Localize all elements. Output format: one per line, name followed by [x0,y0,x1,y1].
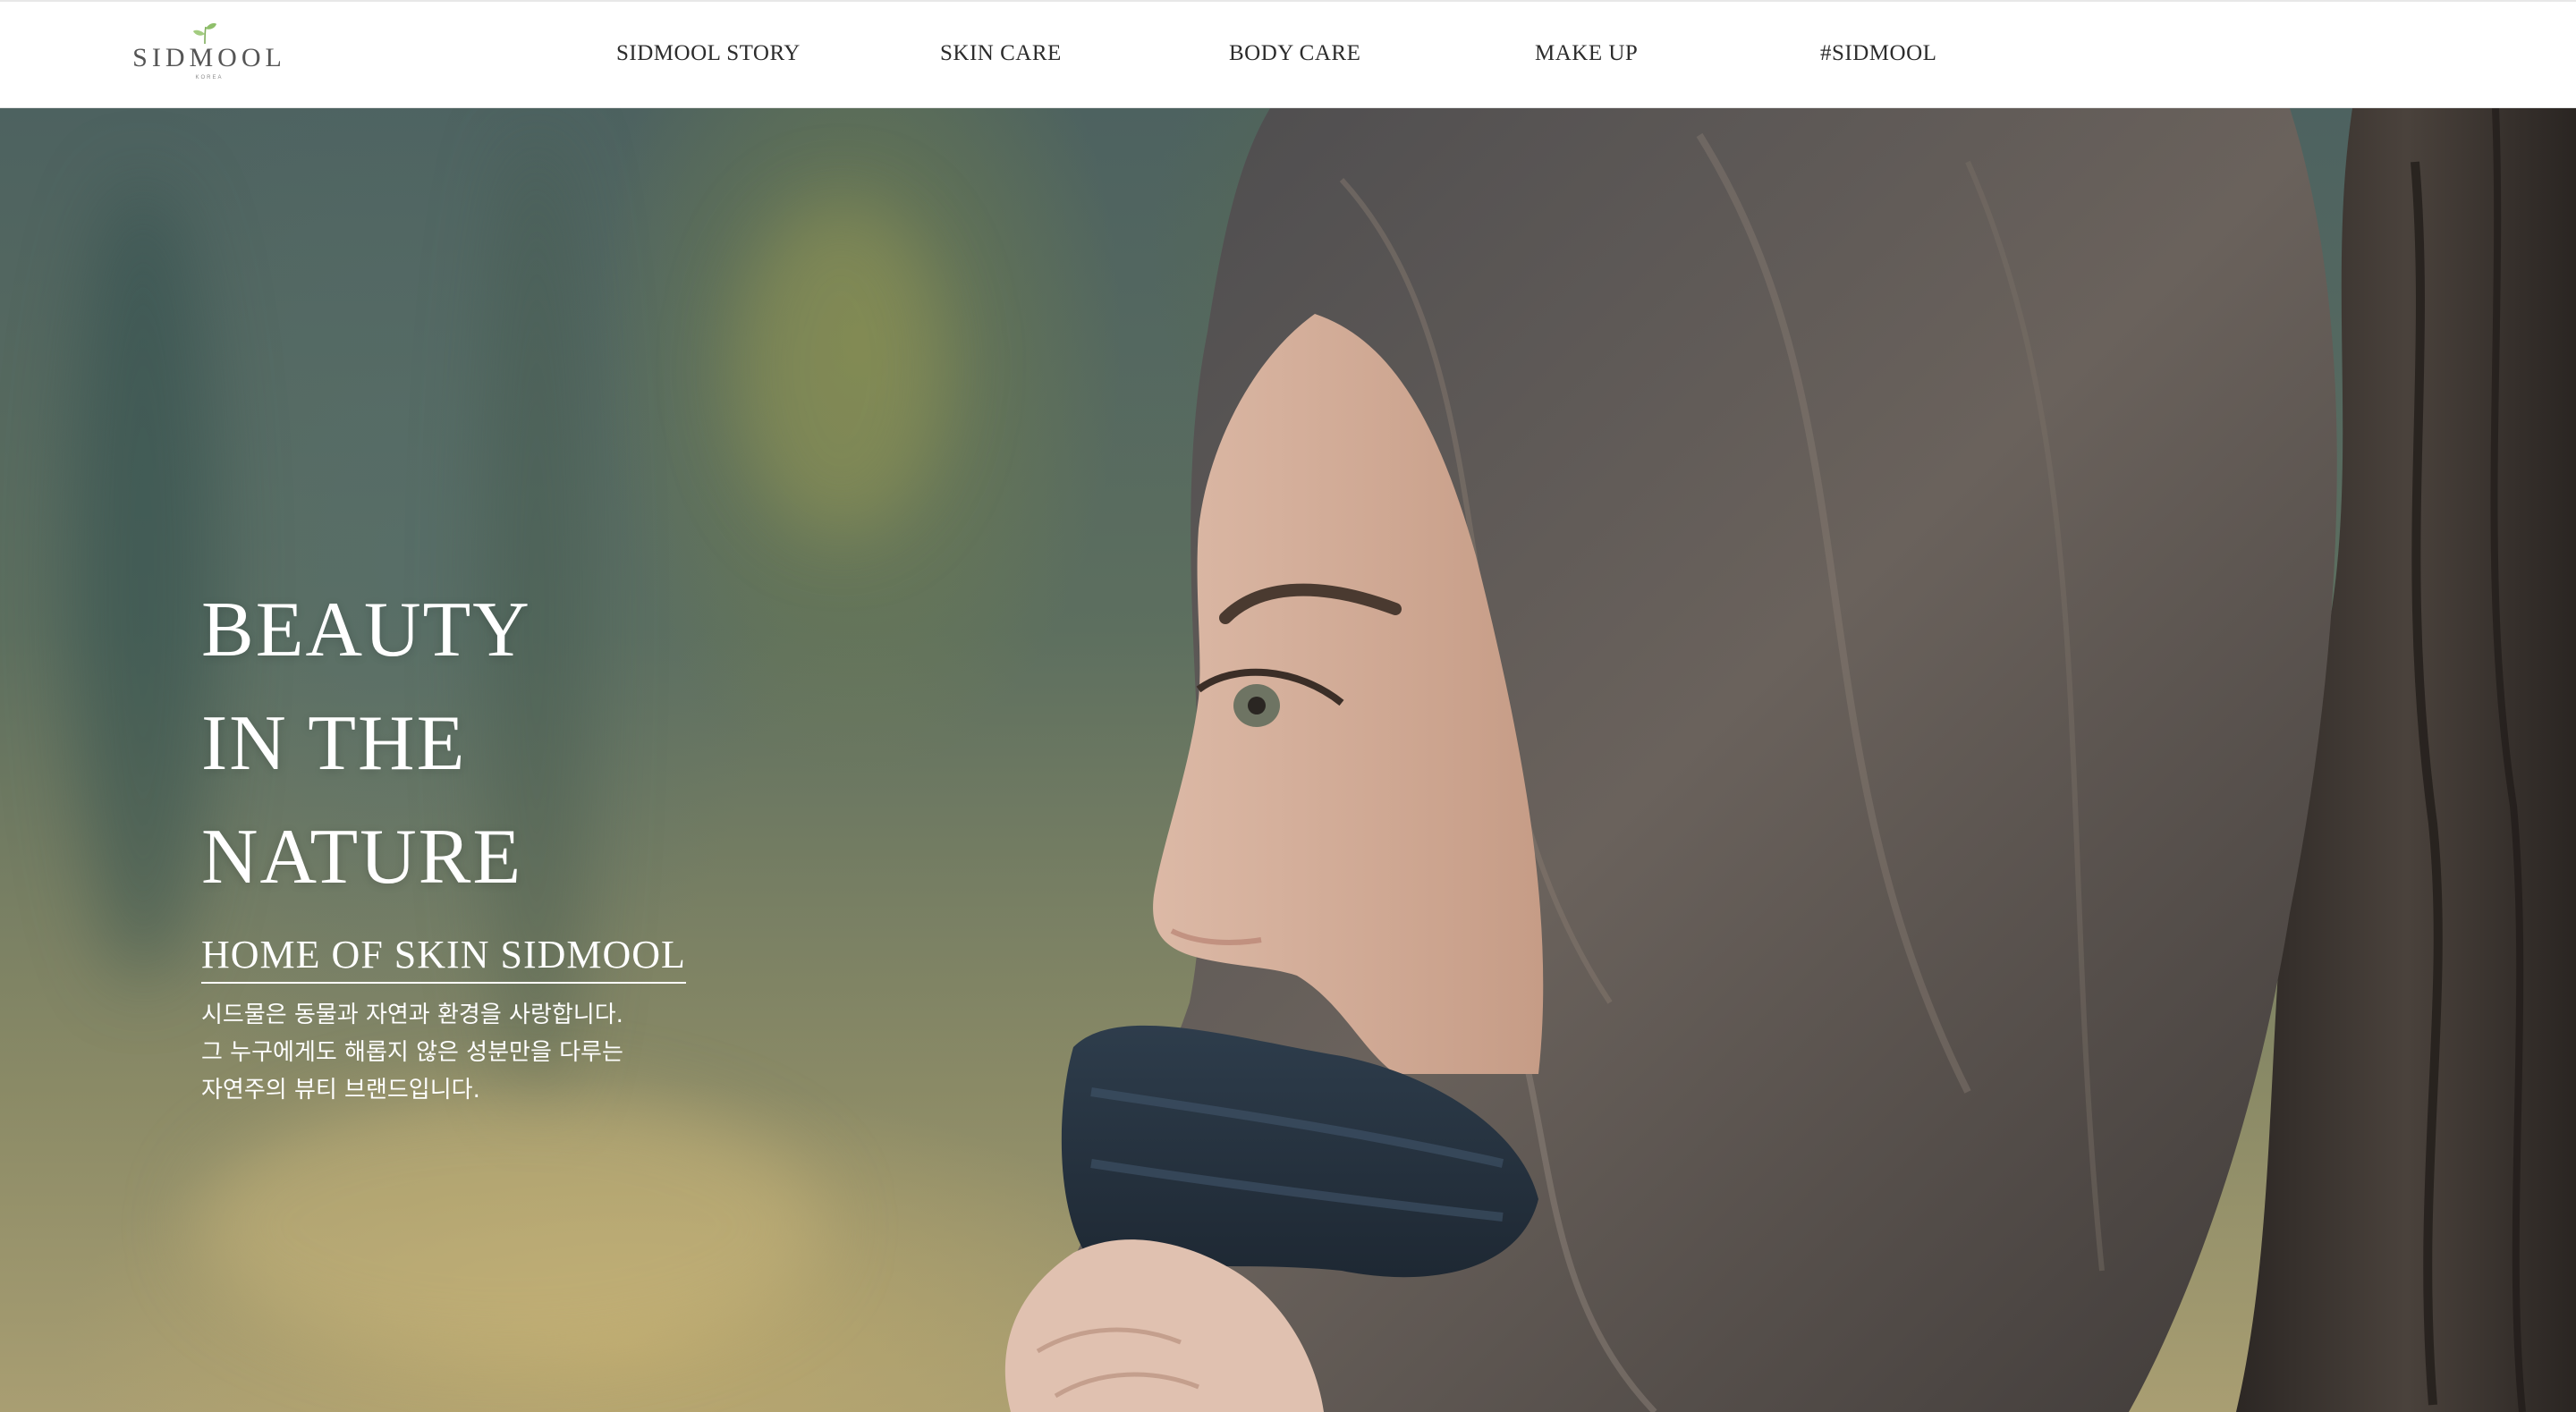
nav-item-sidmool-story[interactable]: SIDMOOL STORY [616,41,801,66]
nav-item-hashtag-sidmool[interactable]: #SIDMOOL [1820,41,1936,66]
headline-line: NATURE [201,814,523,900]
description-line: 자연주의 뷰티 브랜드입니다. [201,1077,480,1103]
nav-item-skin-care[interactable]: SKIN CARE [940,41,1062,66]
hero-section: BEAUTY IN THE NATURE HOME OF SKIN SIDMOO… [0,108,2576,1412]
nav-item-body-care[interactable]: BODY CARE [1229,41,1360,66]
description-line: 그 누구에게도 해롭지 않은 성분만을 다루는 [201,1039,623,1066]
hero-text-block: BEAUTY IN THE NATURE HOME OF SKIN SIDMOO… [201,573,827,1109]
logo-wordmark: SIDMOOL [132,43,286,72]
site-header: SIDMOOL KOREA SIDMOOL STORY SKIN CARE BO… [0,0,2576,108]
description-line: 시드물은 동물과 자연과 환경을 사랑합니다. [201,1002,623,1028]
hero-subheading: HOME OF SKIN SIDMOOL [201,932,686,984]
nav-item-make-up[interactable]: MAKE UP [1535,41,1638,66]
headline-line: IN THE [201,700,467,787]
headline-line: BEAUTY [201,587,531,673]
sidmool-logo[interactable]: SIDMOOL KOREA [129,20,290,84]
logo-subtext: KOREA [195,75,224,80]
hero-description: 시드물은 동물과 자연과 환경을 사랑합니다. 그 누구에게도 해롭지 않은 성… [201,996,827,1109]
leaf-icon [193,22,216,45]
hero-headline: BEAUTY IN THE NATURE [201,573,827,914]
